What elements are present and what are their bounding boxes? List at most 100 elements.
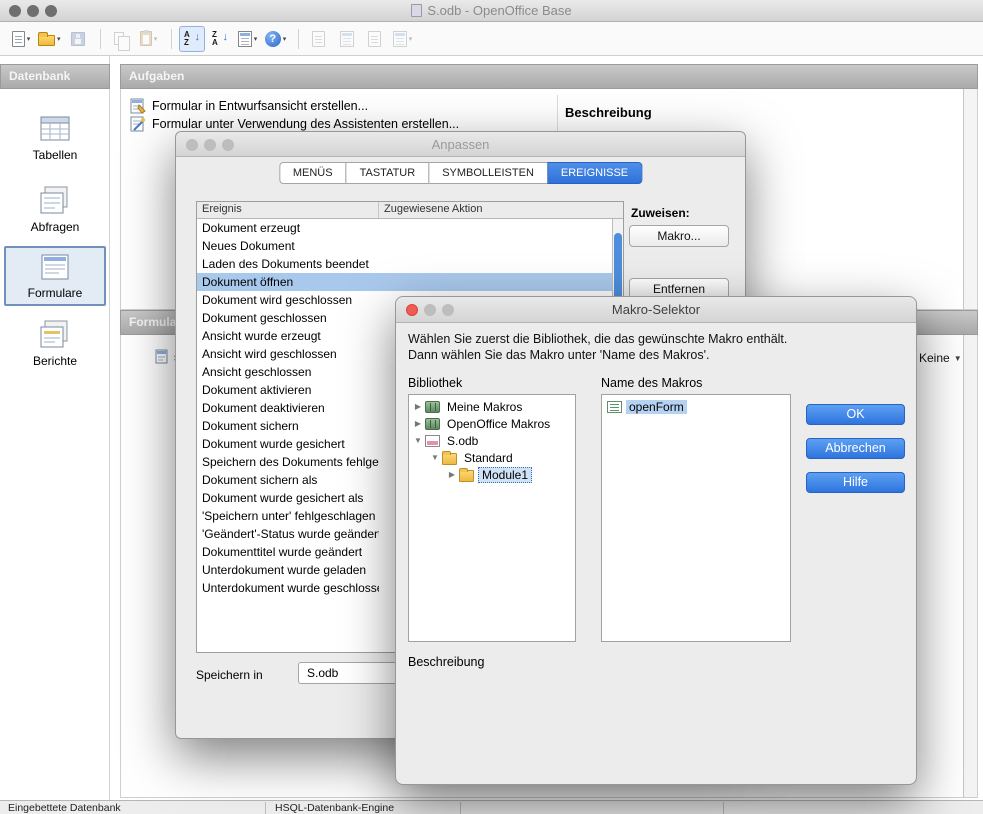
tab-ereignisse[interactable]: EREIGNISSE (547, 162, 642, 184)
expand-triangle-icon[interactable]: ▶ (446, 470, 458, 479)
help-button[interactable]: Hilfe (806, 472, 905, 493)
statusbar-database-type: Eingebettete Datenbank (8, 802, 121, 814)
sort-ascending-button[interactable] (179, 26, 205, 52)
action-cell (379, 273, 612, 291)
task-create-form-design[interactable]: Formular in Entwurfsansicht erstellen... (130, 98, 368, 114)
dropdown-caret-icon: ▾ (57, 35, 61, 43)
tree-item-label: Meine Makros (444, 400, 525, 414)
sort-dropdown[interactable]: Keine ▼ (919, 351, 962, 365)
macro-selector-description: Wählen Sie zuerst die Bibliothek, die da… (408, 331, 810, 364)
macro-item-label: openForm (626, 400, 687, 414)
forms-scrollbar[interactable] (963, 335, 977, 797)
task-label: Formular unter Verwendung des Assistente… (152, 117, 459, 131)
cancel-button[interactable]: Abbrechen (806, 438, 905, 459)
tasks-scrollbar[interactable] (963, 89, 977, 309)
sidebar-header: Datenbank (0, 64, 110, 89)
open-document-icon (38, 35, 55, 46)
tree-item-meine-makros[interactable]: ▶ Meine Makros (409, 398, 575, 415)
minimize-button[interactable] (424, 304, 436, 316)
event-row-neues-dokument[interactable]: Neues Dokument (197, 237, 612, 255)
event-cell: Dokument sichern (197, 417, 379, 435)
new-document-button[interactable]: ▾ (8, 26, 34, 52)
tree-item-openoffice-makros[interactable]: ▶ OpenOffice Makros (409, 415, 575, 432)
tab-tastatur[interactable]: TASTATUR (346, 162, 430, 184)
column-header-event[interactable]: Ereignis (197, 202, 379, 218)
tree-item-s-odb[interactable]: ▼S.odb (409, 432, 575, 449)
column-header-action[interactable]: Zugewiesene Aktion (379, 202, 623, 218)
tree-item-module1[interactable]: ▶ Module1 (409, 466, 575, 483)
tasks-header: Aufgaben (120, 64, 978, 89)
event-cell: 'Speichern unter' fehlgeschlagen (197, 507, 379, 525)
new-form-button[interactable]: ▾ (235, 26, 261, 52)
window-title: S.odb - OpenOffice Base (0, 3, 983, 18)
library-icon (425, 401, 440, 413)
dropdown-caret-icon: ▾ (27, 35, 31, 43)
form-file-icon (155, 349, 169, 364)
event-row-laden-des-dokuments-beendet[interactable]: Laden des Dokuments beendet (197, 255, 612, 273)
event-cell: 'Geändert'-Status wurde geändert (197, 525, 379, 543)
macro-item-openform[interactable]: openForm (602, 398, 790, 416)
event-cell: Ansicht wird geschlossen (197, 345, 379, 363)
tree-item-label: OpenOffice Makros (444, 417, 553, 431)
event-cell: Ansicht wurde erzeugt (197, 327, 379, 345)
close-button[interactable] (406, 304, 418, 316)
expand-triangle-icon[interactable]: ▶ (412, 402, 424, 411)
ok-button[interactable]: OK (806, 404, 905, 425)
minimize-button[interactable] (204, 139, 216, 151)
folder-icon (459, 470, 474, 482)
window-titlebar: S.odb - OpenOffice Base (0, 0, 983, 22)
sidebar-item-label: Tabellen (4, 148, 106, 162)
app-icon (411, 4, 422, 17)
sidebar-item-berichte[interactable]: Berichte (4, 314, 106, 374)
tables-icon (33, 112, 77, 146)
queries-icon (33, 184, 77, 218)
design-mode-icon (340, 31, 354, 47)
new-document-icon (12, 31, 25, 47)
macro-selector-titlebar: Makro-Selektor (396, 297, 916, 323)
dropdown-caret-icon: ▾ (254, 35, 258, 43)
macro-button[interactable]: Makro... (629, 225, 729, 247)
event-cell: Dokument erzeugt (197, 219, 379, 237)
dropdown-caret-icon: ▾ (154, 35, 158, 43)
sidebar-item-tabellen[interactable]: Tabellen (4, 108, 106, 168)
action-cell (379, 219, 612, 237)
sort-descending-button[interactable] (207, 26, 233, 52)
scrollbar-thumb[interactable] (614, 233, 622, 305)
macro-selector-dialog: Makro-Selektor Wählen Sie zuerst die Bib… (395, 296, 917, 785)
tab-menüs[interactable]: MENÜS (279, 162, 347, 184)
form-navigator-button (306, 26, 332, 52)
control-wizards-icon (368, 31, 381, 47)
sidebar-item-formulare[interactable]: Formulare (4, 246, 106, 306)
event-cell: Dokumenttitel wurde geändert (197, 543, 379, 561)
task-label: Formular in Entwurfsansicht erstellen... (152, 99, 368, 113)
description-label: Beschreibung (408, 655, 484, 669)
event-cell: Dokument deaktivieren (197, 399, 379, 417)
macro-name-label: Name des Makros (601, 376, 702, 390)
event-row-dokument-öffnen[interactable]: Dokument öffnen (197, 273, 612, 291)
sort-value: Keine (919, 351, 950, 365)
event-cell: Dokument öffnen (197, 273, 379, 291)
new-form-icon (238, 31, 252, 47)
open-document-button[interactable]: ▾ (36, 26, 63, 52)
help-button[interactable]: ▾ (263, 26, 289, 52)
event-cell: Dokument geschlossen (197, 309, 379, 327)
sidebar-item-abfragen[interactable]: Abfragen (4, 180, 106, 240)
close-button[interactable] (186, 139, 198, 151)
task-create-form-wizard[interactable]: Formular unter Verwendung des Assistente… (130, 116, 459, 132)
events-table-header: Ereignis Zugewiesene Aktion (197, 202, 623, 219)
zoom-button[interactable] (442, 304, 454, 316)
collapse-triangle-icon[interactable]: ▼ (429, 453, 441, 462)
copy-icon (114, 32, 124, 45)
event-row-dokument-erzeugt[interactable]: Dokument erzeugt (197, 219, 612, 237)
paste-icon (140, 31, 152, 46)
zoom-button[interactable] (222, 139, 234, 151)
tree-item-label: Module1 (478, 467, 532, 483)
expand-triangle-icon[interactable]: ▶ (412, 419, 424, 428)
tree-item-standard[interactable]: ▼Standard (409, 449, 575, 466)
collapse-triangle-icon[interactable]: ▼ (412, 436, 424, 445)
event-cell: Dokument wird geschlossen (197, 291, 379, 309)
database-sidebar: Tabellen Abfragen Formulare Berichte (0, 56, 110, 801)
tab-symbolleisten[interactable]: SYMBOLLEISTEN (428, 162, 548, 184)
event-cell: Unterdokument wurde geladen (197, 561, 379, 579)
save-in-label: Speichern in (196, 668, 263, 682)
